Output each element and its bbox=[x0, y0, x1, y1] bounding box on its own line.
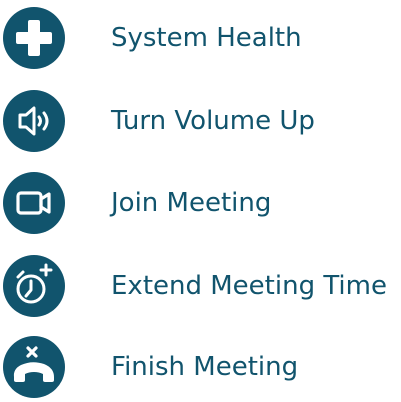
speaker-volume-icon bbox=[3, 90, 65, 152]
action-menu: System Health Turn Volume Up Join Meetin… bbox=[0, 0, 401, 401]
plus-icon bbox=[3, 7, 65, 69]
finish-meeting-button[interactable]: Finish Meeting bbox=[0, 332, 401, 402]
join-meeting-label: Join Meeting bbox=[111, 188, 272, 218]
alarm-clock-plus-icon bbox=[3, 255, 65, 317]
system-health-label: System Health bbox=[111, 23, 302, 53]
join-meeting-button[interactable]: Join Meeting bbox=[0, 168, 401, 238]
system-health-button[interactable]: System Health bbox=[0, 3, 401, 73]
turn-volume-up-button[interactable]: Turn Volume Up bbox=[0, 86, 401, 156]
finish-meeting-label: Finish Meeting bbox=[111, 352, 299, 382]
turn-volume-up-label: Turn Volume Up bbox=[111, 106, 315, 136]
extend-meeting-time-label: Extend Meeting Time bbox=[111, 271, 387, 301]
hang-up-phone-icon bbox=[3, 336, 65, 398]
video-camera-icon bbox=[3, 172, 65, 234]
extend-meeting-time-button[interactable]: Extend Meeting Time bbox=[0, 251, 401, 321]
